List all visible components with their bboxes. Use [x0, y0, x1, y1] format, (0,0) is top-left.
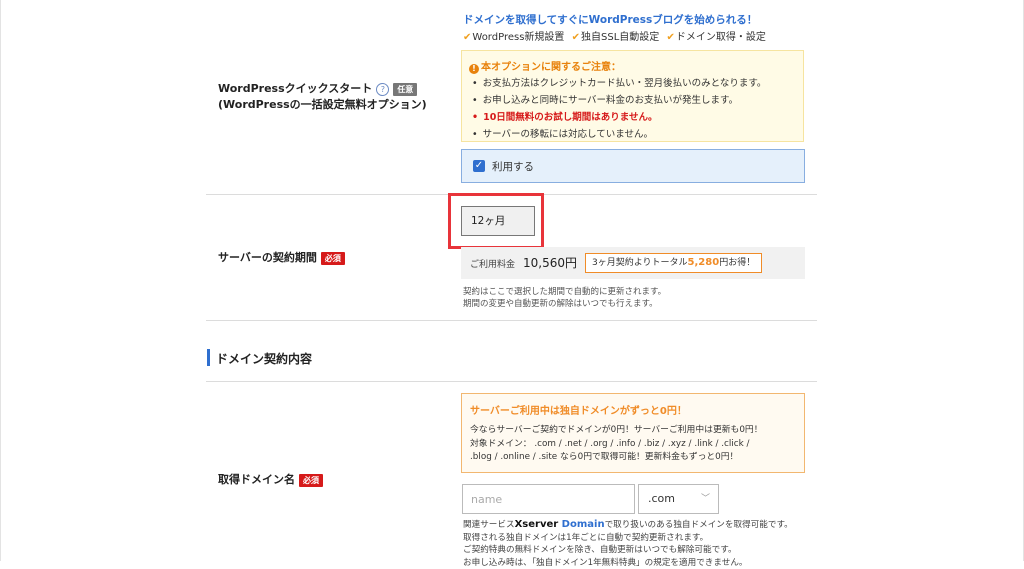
server-period-title: サーバーの契約期間: [218, 251, 317, 264]
optional-badge: 任意: [393, 82, 418, 96]
period-note-line: 契約はここで選択した期間で自動的に更新されます。: [463, 287, 667, 297]
required-badge: 必須: [320, 251, 345, 265]
notice-list: お支払方法はクレジットカード払い・翌月後払いのみとなります。 お申し込みと同時に…: [472, 75, 767, 143]
section-title: ドメイン契約内容: [216, 352, 313, 366]
notice-item: サーバーの移転には対応していません。: [472, 126, 766, 143]
deal-suffix: 円お得！: [719, 258, 756, 268]
tld-select[interactable]: .com ﹀: [638, 484, 719, 514]
row-divider: [206, 320, 817, 321]
brand-domain: Domain: [561, 519, 605, 530]
notice-item-warning: 10日間無料のお試し期間はありません。: [472, 109, 766, 126]
promo-title: ドメインを取得してすぐにWordPressブログを始められる！: [463, 14, 758, 26]
required-badge: 必須: [299, 473, 323, 487]
free-domain-box: サーバーご利用中は独自ドメインがずっと0円！ 今ならサーバーご契約でドメインが0…: [461, 393, 805, 473]
deal-amount: 5,280: [687, 257, 720, 268]
check-icon: ✔: [571, 32, 580, 43]
notice-item: お支払方法はクレジットカード払い・翌月後払いのみとなります。: [472, 75, 767, 92]
server-period-label: サーバーの契約期間 必須: [218, 250, 345, 266]
free-domain-title: サーバーご利用中は独自ドメインがずっと0円！: [470, 406, 687, 417]
free-domain-line: .blog / .online / .site なら0円で取得可能！更新料金もず…: [470, 452, 739, 462]
free-domain-text: 今ならサーバーご契約でドメインが0円！サーバーご利用中は更新も0円！ 対象ドメイ…: [470, 424, 763, 465]
use-label[interactable]: 利用する: [492, 159, 534, 174]
price-bar: ご利用料金 10,560円 3ヶ月契約よりトータル5,280円お得！: [461, 247, 805, 279]
domain-notes: 関連サービスXserver Domainで取り扱いのある独自ドメインを取得可能で…: [463, 519, 793, 569]
domain-note-line: 取得される独自ドメインは1年ごとに自動で契約更新されます。: [463, 532, 709, 543]
wp-quickstart-title: WordPressクイックスタート: [218, 82, 373, 95]
chevron-down-icon: ﹀: [700, 494, 710, 504]
notice-box: !本オプションに関するご注意： お支払方法はクレジットカード払い・翌月後払いのみ…: [461, 50, 804, 142]
use-option-box[interactable]: ✓ 利用する: [461, 149, 805, 183]
promo-check-item: ✔WordPress新規設置: [463, 32, 564, 43]
discount-badge: 3ヶ月契約よりトータル5,280円お得！: [585, 253, 763, 273]
promo-check-item: ✔ドメイン取得・設定: [666, 32, 765, 43]
domain-note-line: ご契約特典の無料ドメインを除き、自動更新はいつでも解除可能です。: [463, 545, 737, 555]
domain-name-label: 取得ドメイン名 必須: [218, 472, 323, 488]
domain-note-line: お申し込み時は、「独自ドメイン1年無料特典」の規定を適用できません。: [463, 557, 748, 568]
brand-xserver: Xserver: [514, 519, 559, 530]
use-checkbox[interactable]: ✓: [473, 160, 485, 172]
help-icon[interactable]: ?: [376, 82, 390, 96]
row-divider: [206, 381, 817, 382]
domain-note-prefix: 関連サービス: [463, 520, 515, 530]
domain-name-input[interactable]: [462, 484, 635, 514]
promo-check-text: ドメイン取得・設定: [675, 32, 766, 43]
price-label: ご利用料金: [470, 260, 516, 270]
notice-title-text: 本オプションに関するご注意：: [481, 62, 621, 73]
domain-name-title: 取得ドメイン名: [218, 473, 295, 486]
check-icon: ✔: [666, 32, 675, 43]
wp-quickstart-label: WordPressクイックスタート? 任意 (WordPressの一括設定無料オプ…: [218, 81, 427, 113]
exclamation-icon: !: [469, 64, 479, 74]
left-frame-line: [0, 0, 1, 561]
notice-title: ! 本オプションに関するご注意：: [469, 58, 621, 74]
promo-check-item: ✔独自SSL自動設定: [572, 32, 660, 43]
free-domain-line: 対象ドメイン： .com / .net / .org / .info / .bi…: [470, 438, 750, 449]
xserver-domain-link[interactable]: Xserver Domain: [515, 519, 605, 530]
promo-check-text: WordPress新規設置: [472, 32, 565, 43]
tld-selected-value: .com: [648, 492, 675, 505]
wp-quickstart-subtitle: (WordPressの一括設定無料オプション): [218, 98, 427, 111]
deal-prefix: 3ヶ月契約よりトータル: [592, 258, 688, 268]
promo-checks: ✔WordPress新規設置 ✔独自SSL自動設定 ✔ドメイン取得・設定: [463, 28, 770, 43]
section-accent-bar: [207, 349, 210, 366]
free-domain-line: 今ならサーバーご契約でドメインが0円！サーバーご利用中は更新も0円！: [470, 425, 763, 435]
period-note-line: 期間の変更や自動更新の解除はいつでも行えます。: [463, 299, 658, 309]
check-icon: ✔: [463, 32, 472, 43]
promo-check-text: 独自SSL自動設定: [581, 32, 660, 43]
domain-note-suffix: で取り扱いのある独自ドメインを取得可能です。: [604, 520, 793, 530]
notice-item: お申し込みと同時にサーバー料金のお支払いが発生します。: [472, 92, 766, 109]
period-note: 契約はここで選択した期間で自動的に更新されます。 期間の変更や自動更新の解除はい…: [463, 286, 666, 310]
price-value: 10,560円: [523, 256, 577, 270]
period-select[interactable]: 12ヶ月: [461, 206, 535, 236]
